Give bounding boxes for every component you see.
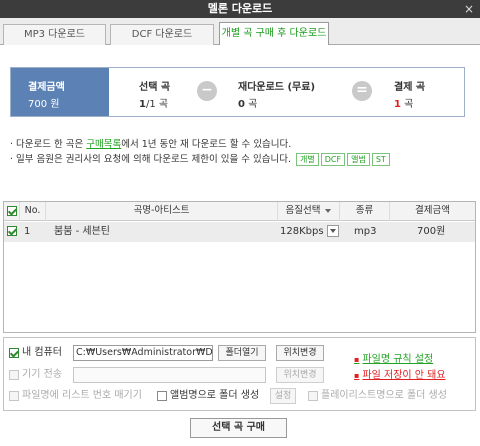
device-change-location-button[interactable]: 위치변경 [276,367,324,383]
purchase-list-link[interactable]: 구매목록 [86,139,121,150]
payment-amount-label: 결제금액 [28,82,65,93]
payment-summary: 결제금액 700 원 선택 곡 1/1 곡 − 재다운로드 (무료) 0 곡 =… [10,67,465,117]
close-icon[interactable]: × [464,0,474,18]
device-path-field[interactable] [73,367,266,383]
notice-text: · 다운로드 한 곡은 구매목록에서 1년 동안 재 다운로드 할 수 있습니다… [10,137,470,167]
my-computer-checkbox[interactable] [9,348,19,358]
tab-mp3-download[interactable]: MP3 다운로드 [3,24,106,45]
playlist-folder-label: 플레이리스트명으로 폴더 생성 [321,390,447,401]
table-row[interactable]: 1 붐붐 - 세븐틴 128Kbps mp3 700원 [4,222,475,242]
bullet-icon: ▪ [354,355,360,364]
sort-arrow-icon [325,208,332,213]
purchase-panel: 결제금액 700 원 선택 곡 1/1 곡 − 재다운로드 (무료) 0 곡 =… [0,45,480,194]
selected-songs-label: 선택 곡 [139,82,171,93]
help-links: ▪ 파일명 규칙 설정 ▪ 파일 저장이 안 돼요 [354,352,446,384]
tag-album: 앨범 [347,153,370,166]
notice-line-2: · 일부 음원은 권리사의 요청에 의해 다운로드 제한이 있을 수 있습니다.… [10,152,470,167]
payment-amount-box: 결제금액 700 원 [11,68,109,116]
song-table: No. 곡명-아티스트 음질선택 종류 결제금액 1 붐붐 - 세븐틴 128K… [3,201,476,333]
save-issue-link[interactable]: ▪ 파일 저장이 안 돼요 [354,368,446,384]
header-no: No. [20,202,46,221]
header-price: 결제금액 [415,205,450,216]
filename-rule-link[interactable]: ▪ 파일명 규칙 설정 [354,352,446,368]
redownload-value: 0 곡 [238,99,258,110]
my-computer-label: 내 컴퓨터 [22,347,62,358]
playlist-folder-option[interactable]: 플레이리스트명으로 폴더 생성 [308,388,447,404]
device-transfer-option[interactable]: 기기 전송 [9,367,62,383]
header-select-all [4,202,20,221]
pay-songs-label: 결제 곡 [394,82,426,93]
payment-amount-value: 700 원 [28,99,60,110]
row-no: 1 [24,226,31,237]
bullet-icon: ▪ [354,371,360,380]
tag-dcf: DCF [320,153,346,166]
quality-dropdown-button[interactable] [326,225,339,237]
table-header: No. 곡명-아티스트 음질선택 종류 결제금액 [4,202,475,221]
row-price: 700원 [417,226,446,237]
minus-icon: − [197,81,217,101]
change-location-button[interactable]: 위치변경 [276,345,324,361]
buy-selected-button[interactable]: 선택 곡 구매 [190,418,287,438]
my-computer-option[interactable]: 내 컴퓨터 [9,345,62,361]
numbering-label: 파일명에 리스트 번호 매기기 [22,390,142,401]
album-folder-checkbox[interactable] [157,391,167,401]
header-title: 곡명-아티스트 [46,202,278,221]
tag-st: ST [371,153,390,166]
row-type: mp3 [354,226,377,237]
row-quality: 128Kbps [280,222,340,242]
window-title: 멜론 다운로드 [207,2,273,15]
notice-line-1: · 다운로드 한 곡은 구매목록에서 1년 동안 재 다운로드 할 수 있습니다… [10,139,292,150]
tab-individual-purchase[interactable]: 개별 곡 구매 후 다운로드 [219,22,329,46]
numbering-option[interactable]: 파일명에 리스트 번호 매기기 [9,388,142,404]
numbering-checkbox[interactable] [9,391,19,401]
title-bar: 멜론 다운로드 × [0,0,480,18]
row-title: 붐붐 - 세븐틴 [54,226,110,237]
selected-songs-value: 1/1 곡 [139,99,169,110]
playlist-folder-checkbox[interactable] [308,391,318,401]
album-folder-label: 앨범명으로 폴더 생성 [170,390,260,401]
album-folder-setting-button[interactable]: 설정 [270,388,296,404]
row-checkbox[interactable] [7,226,17,236]
album-folder-option[interactable]: 앨범명으로 폴더 생성 [157,388,259,404]
redownload-label: 재다운로드 (무료) [238,82,316,93]
equals-icon: = [352,81,372,101]
open-folder-button[interactable]: 폴더열기 [218,345,266,361]
tab-bar: MP3 다운로드 DCF 다운로드 개별 곡 구매 후 다운로드 [0,18,480,46]
device-transfer-checkbox[interactable] [9,370,19,380]
row-checkbox-cell [7,222,17,242]
pay-songs-value: 1 곡 [394,99,414,110]
save-path-field[interactable]: C:₩Users₩Administrator₩Do [73,345,213,361]
device-transfer-label: 기기 전송 [22,369,62,380]
tag-individual: 개별 [296,153,319,166]
header-quality[interactable]: 음질선택 [278,202,340,221]
download-options: 내 컴퓨터 C:₩Users₩Administrator₩Do 폴더열기 위치변… [3,337,476,411]
tab-dcf-download[interactable]: DCF 다운로드 [110,24,214,45]
select-all-checkbox[interactable] [6,205,17,216]
header-type: 종류 [340,202,390,221]
